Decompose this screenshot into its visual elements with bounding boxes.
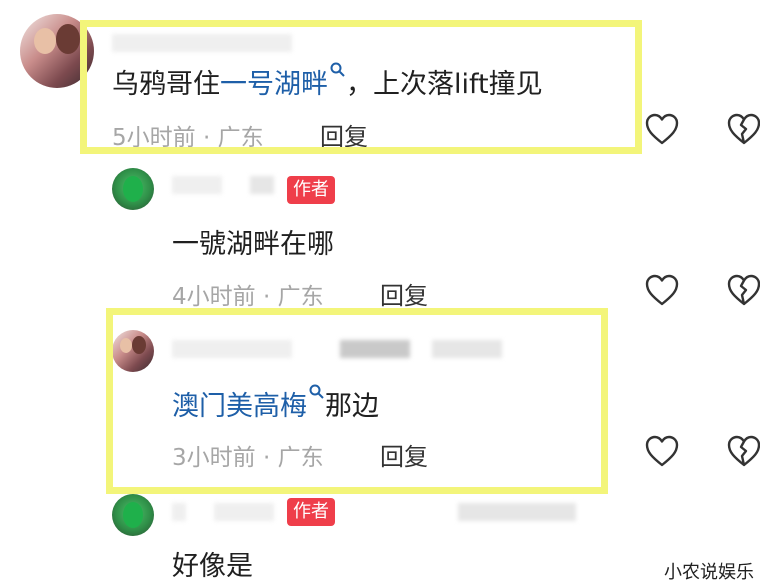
highlight-box [106, 308, 608, 494]
watermark: 小农说娱乐 [664, 562, 754, 583]
comment-text: 一號湖畔在哪 [172, 229, 334, 260]
author-badge: 作者 [287, 498, 335, 526]
comment-text: 好像是 [172, 551, 253, 582]
broken-heart-icon[interactable] [726, 273, 760, 307]
broken-heart-icon[interactable] [726, 112, 760, 146]
username-blurred[interactable] [458, 503, 576, 521]
broken-heart-icon[interactable] [726, 434, 760, 468]
username-blurred[interactable] [172, 503, 186, 521]
reply-button[interactable]: 回复 [380, 276, 428, 311]
username-blurred[interactable] [214, 503, 274, 521]
author-badge: 作者 [287, 176, 335, 204]
heart-outline-icon[interactable] [644, 273, 680, 307]
avatar[interactable] [112, 168, 154, 210]
username-blurred[interactable] [250, 176, 274, 194]
comment-time-location: 4小时前 · 广东 [172, 284, 324, 310]
heart-outline-icon[interactable] [644, 112, 680, 146]
heart-outline-icon[interactable] [644, 434, 680, 468]
highlight-box [80, 20, 642, 154]
username-blurred[interactable] [172, 176, 222, 194]
avatar[interactable] [112, 494, 154, 536]
